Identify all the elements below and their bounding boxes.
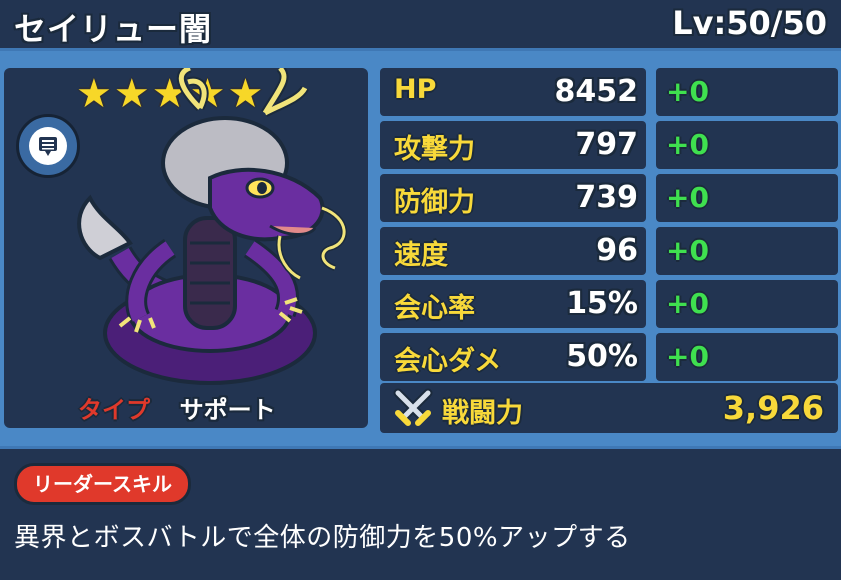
stat-row-attack: 攻撃力 797 [380, 121, 646, 169]
stat-row-crit-rate: 会心率 15% [380, 280, 646, 328]
stat-value: 739 [575, 180, 638, 215]
stat-row-hp: HP 8452 [380, 68, 646, 116]
combat-power-row: 戦闘力 3,926 [380, 383, 838, 433]
stat-row-speed: 速度 96 [380, 227, 646, 275]
stat-row-defense: 防御力 739 [380, 174, 646, 222]
stat-bonus-defense: +0 [656, 174, 838, 222]
type-value: サポート [179, 396, 276, 424]
stat-label: HP [394, 74, 437, 105]
stat-value: 15% [566, 286, 638, 321]
type-label: タイプ [78, 396, 150, 424]
stat-row-crit-damage: 会心ダメ 50% [380, 333, 646, 381]
stat-value: 50% [566, 339, 638, 374]
bonus-value: +0 [666, 181, 709, 214]
header-bar: セイリュー闇 Lv:50/50 [0, 0, 841, 51]
bonus-value: +0 [666, 75, 709, 108]
bonus-value: +0 [666, 287, 709, 320]
bonus-value: +0 [666, 128, 709, 161]
stat-bonus-attack: +0 [656, 121, 838, 169]
leader-skill-panel: リーダースキル 異界とボスバトルで全体の防御力を50%アップする [0, 446, 841, 580]
stat-label: 会心ダメ [394, 346, 502, 377]
stat-bonus-crit-damage: +0 [656, 333, 838, 381]
stat-bonus-hp: +0 [656, 68, 838, 116]
stat-label: 攻撃力 [394, 134, 475, 165]
stat-value: 797 [575, 127, 638, 162]
bonus-value: +0 [666, 234, 709, 267]
level-indicator: Lv:50/50 [672, 4, 827, 42]
combat-power-value: 3,926 [722, 389, 824, 427]
character-name: セイリュー闇 [14, 10, 213, 48]
leader-skill-description: 異界とボスバトルで全体の防御力を50%アップする [14, 523, 631, 553]
stat-value: 96 [596, 233, 638, 268]
stat-bonus-crit-rate: +0 [656, 280, 838, 328]
leader-skill-badge: リーダースキル [14, 463, 191, 505]
character-portrait-panel: ★ ★ ★ ★ ★ タイプ サポート [4, 68, 368, 428]
stat-label: 防御力 [394, 187, 475, 218]
stat-bonus-speed: +0 [656, 227, 838, 275]
stat-value: 8452 [554, 74, 639, 109]
dragon-monster-image [77, 68, 348, 385]
type-row: タイプ サポート [78, 390, 276, 425]
combat-power-label: 戦闘力 [442, 398, 523, 429]
crossed-swords-icon [393, 388, 433, 426]
bonus-value: +0 [666, 340, 709, 373]
stat-label: 速度 [394, 240, 448, 271]
stat-label: 会心率 [394, 293, 475, 324]
